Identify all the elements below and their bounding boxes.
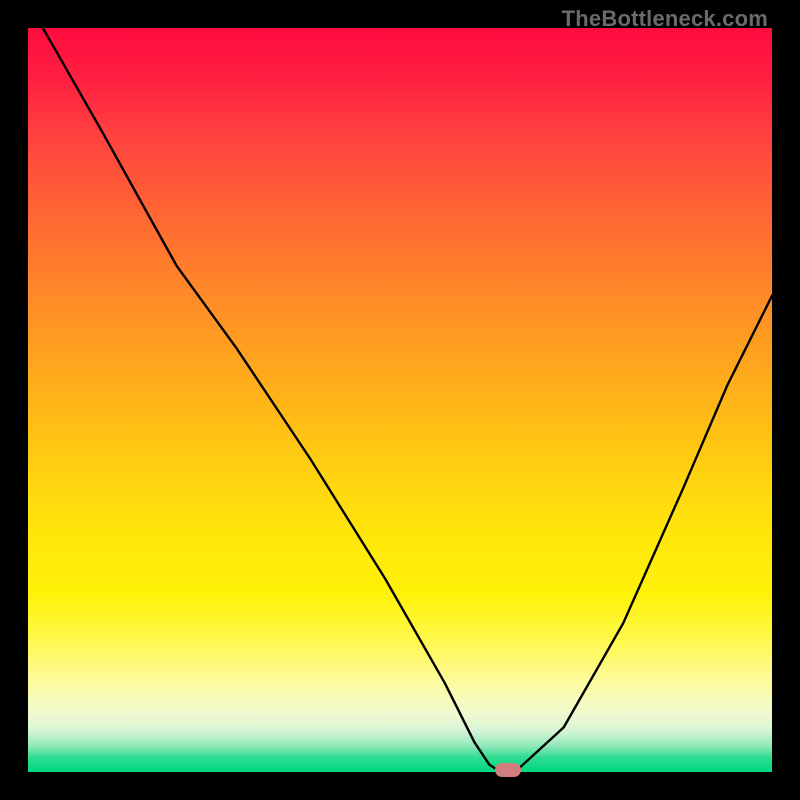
chart-frame [0,0,800,800]
gradient-background [28,28,772,772]
bottleneck-marker [495,763,521,777]
watermark-text: TheBottleneck.com [562,6,768,32]
